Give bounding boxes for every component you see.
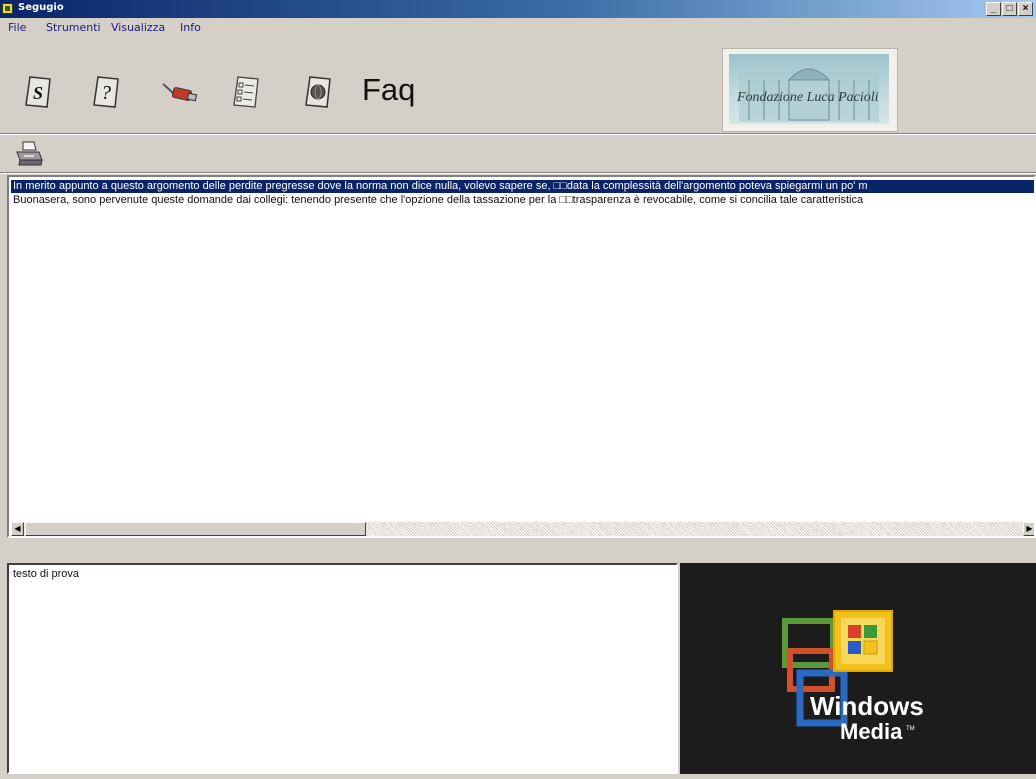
faq-label: Faq: [362, 72, 416, 107]
media-brand-line2: Media: [840, 719, 903, 744]
list-icon[interactable]: [230, 74, 266, 114]
answer-text-area[interactable]: testo di prova: [7, 563, 678, 774]
scrollbar-track[interactable]: [366, 522, 1023, 536]
secondary-divider: [0, 172, 1036, 174]
window-title: Segugio: [18, 2, 64, 13]
media-brand-line1: Windows: [810, 691, 924, 721]
app-icon: [2, 3, 13, 14]
maximize-button[interactable]: □: [1002, 2, 1017, 16]
media-player[interactable]: Windows Media TM: [680, 563, 1036, 774]
list-item[interactable]: In merito appunto a questo argomento del…: [11, 180, 1034, 193]
horizontal-scrollbar[interactable]: ◀ ▶: [11, 522, 1034, 536]
document-s-icon[interactable]: S: [22, 74, 58, 114]
menu-file[interactable]: File: [8, 21, 26, 34]
printer-icon[interactable]: [14, 140, 44, 168]
faq-question-list[interactable]: In merito appunto a questo argomento del…: [7, 175, 1036, 538]
menu-info[interactable]: Info: [180, 21, 201, 34]
answer-text: testo di prova: [13, 568, 80, 580]
trademark-label: TM: [906, 726, 915, 732]
toolbar-divider: [0, 133, 1036, 135]
scrollbar-thumb[interactable]: [25, 522, 366, 536]
close-button[interactable]: ×: [1018, 2, 1033, 16]
windows-media-logo: Windows Media TM: [782, 610, 924, 744]
help-icon[interactable]: ?: [90, 74, 126, 114]
title-bar: Segugio _ □ ×: [0, 0, 1036, 18]
menu-bar: File Strumenti Visualizza Info: [0, 18, 1036, 36]
logo-text: Fondazione Luca Pacioli: [737, 90, 879, 105]
foundation-logo: Fondazione Luca Pacioli: [722, 48, 898, 132]
connect-icon[interactable]: [160, 76, 200, 116]
scroll-right-button[interactable]: ▶: [1023, 522, 1034, 536]
svg-text:?: ?: [101, 82, 111, 104]
scroll-left-button[interactable]: ◀: [11, 522, 24, 536]
list-item[interactable]: Buonasera, sono pervenute queste domande…: [13, 194, 863, 207]
globe-icon[interactable]: [302, 74, 338, 114]
menu-strumenti[interactable]: Strumenti: [46, 21, 101, 34]
menu-visualizza[interactable]: Visualizza: [111, 21, 165, 34]
svg-text:S: S: [33, 83, 43, 103]
minimize-button[interactable]: _: [986, 2, 1001, 16]
